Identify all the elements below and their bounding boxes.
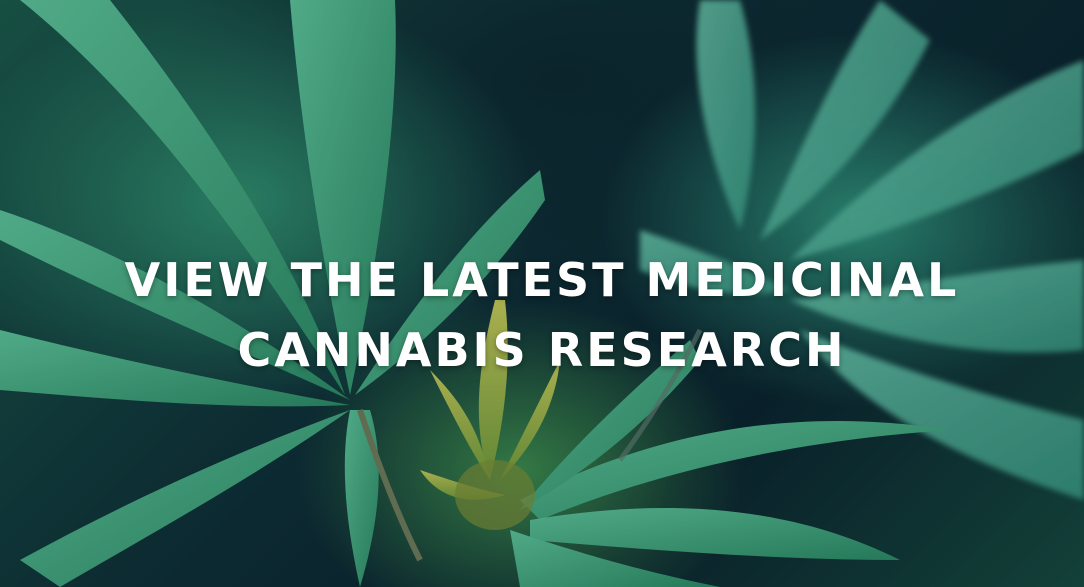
headline-line-2: CANNABIS RESEARCH xyxy=(237,322,847,377)
headline-line-1: VIEW THE LATEST MEDICINAL xyxy=(124,252,960,307)
hero-banner[interactable]: VIEW THE LATEST MEDICINAL CANNABIS RESEA… xyxy=(0,0,1084,587)
hero-headline[interactable]: VIEW THE LATEST MEDICINAL CANNABIS RESEA… xyxy=(0,245,1084,385)
